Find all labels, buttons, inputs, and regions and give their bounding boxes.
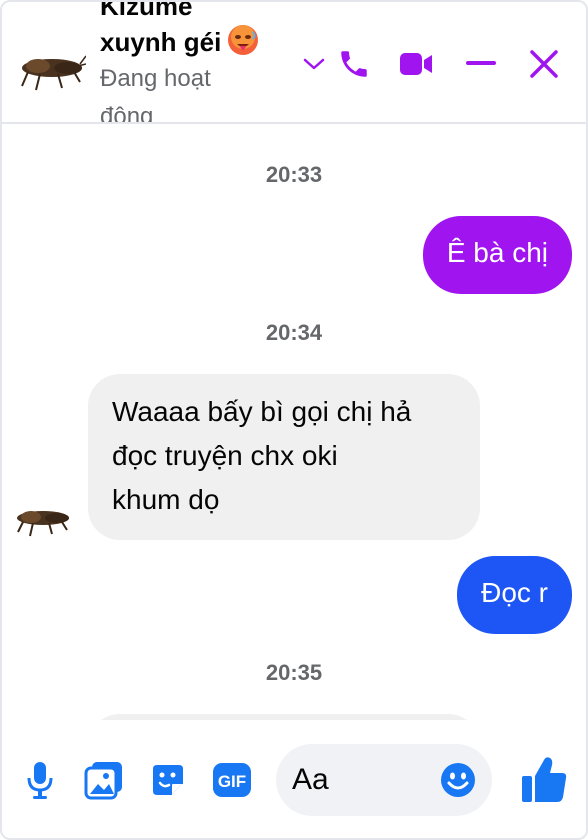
photo-icon[interactable] (84, 758, 124, 802)
outgoing-message[interactable]: Ê bà chị (422, 216, 572, 294)
chat-header: Kizume xuynh géi Đang hoạt động (2, 2, 586, 124)
emoji-icon[interactable] (440, 762, 476, 798)
status-line2: động (100, 103, 154, 124)
contact-avatar[interactable] (18, 46, 87, 94)
thumbs-up-icon[interactable] (520, 754, 568, 804)
minimize-icon[interactable] (461, 44, 501, 84)
outgoing-message[interactable]: Đọc r (457, 556, 572, 634)
microphone-icon[interactable] (20, 758, 60, 802)
timestamp: 20:34 (265, 320, 323, 345)
message-input[interactable] (292, 758, 432, 802)
contact-name-line2: xuynh géi (100, 24, 300, 60)
sticker-icon[interactable] (148, 758, 188, 802)
message-input-wrapper (276, 744, 492, 816)
phone-icon[interactable] (334, 44, 374, 84)
close-icon[interactable] (524, 44, 564, 84)
message-line: đọc truyện chx oki (112, 440, 338, 471)
message-line: Waaaa bấy bì gọi chị hả (112, 396, 412, 427)
contact-info[interactable]: Kizume xuynh géi Đang hoạt động (100, 2, 300, 124)
video-icon[interactable] (396, 44, 436, 84)
incoming-message[interactable]: Waaaa bấy bì gọi chị hả đọc truyện chx o… (88, 374, 480, 540)
hot-face-emoji-icon (227, 24, 259, 56)
chevron-down-icon[interactable] (300, 50, 328, 78)
svg-text:GIF: GIF (218, 772, 246, 791)
message-line: khum dọ (112, 484, 220, 515)
timestamp: 20:33 (265, 162, 323, 187)
timestamp: 20:35 (265, 660, 323, 685)
status-line1: Đang hoạt (100, 65, 211, 92)
contact-name-text: xuynh géi (100, 27, 222, 57)
gif-icon[interactable]: GIF (212, 758, 252, 802)
chat-window: Kizume xuynh géi Đang hoạt động 20:33 Ê … (0, 0, 588, 840)
contact-name-line1: Kizume (100, 2, 193, 21)
sender-avatar (14, 502, 72, 538)
